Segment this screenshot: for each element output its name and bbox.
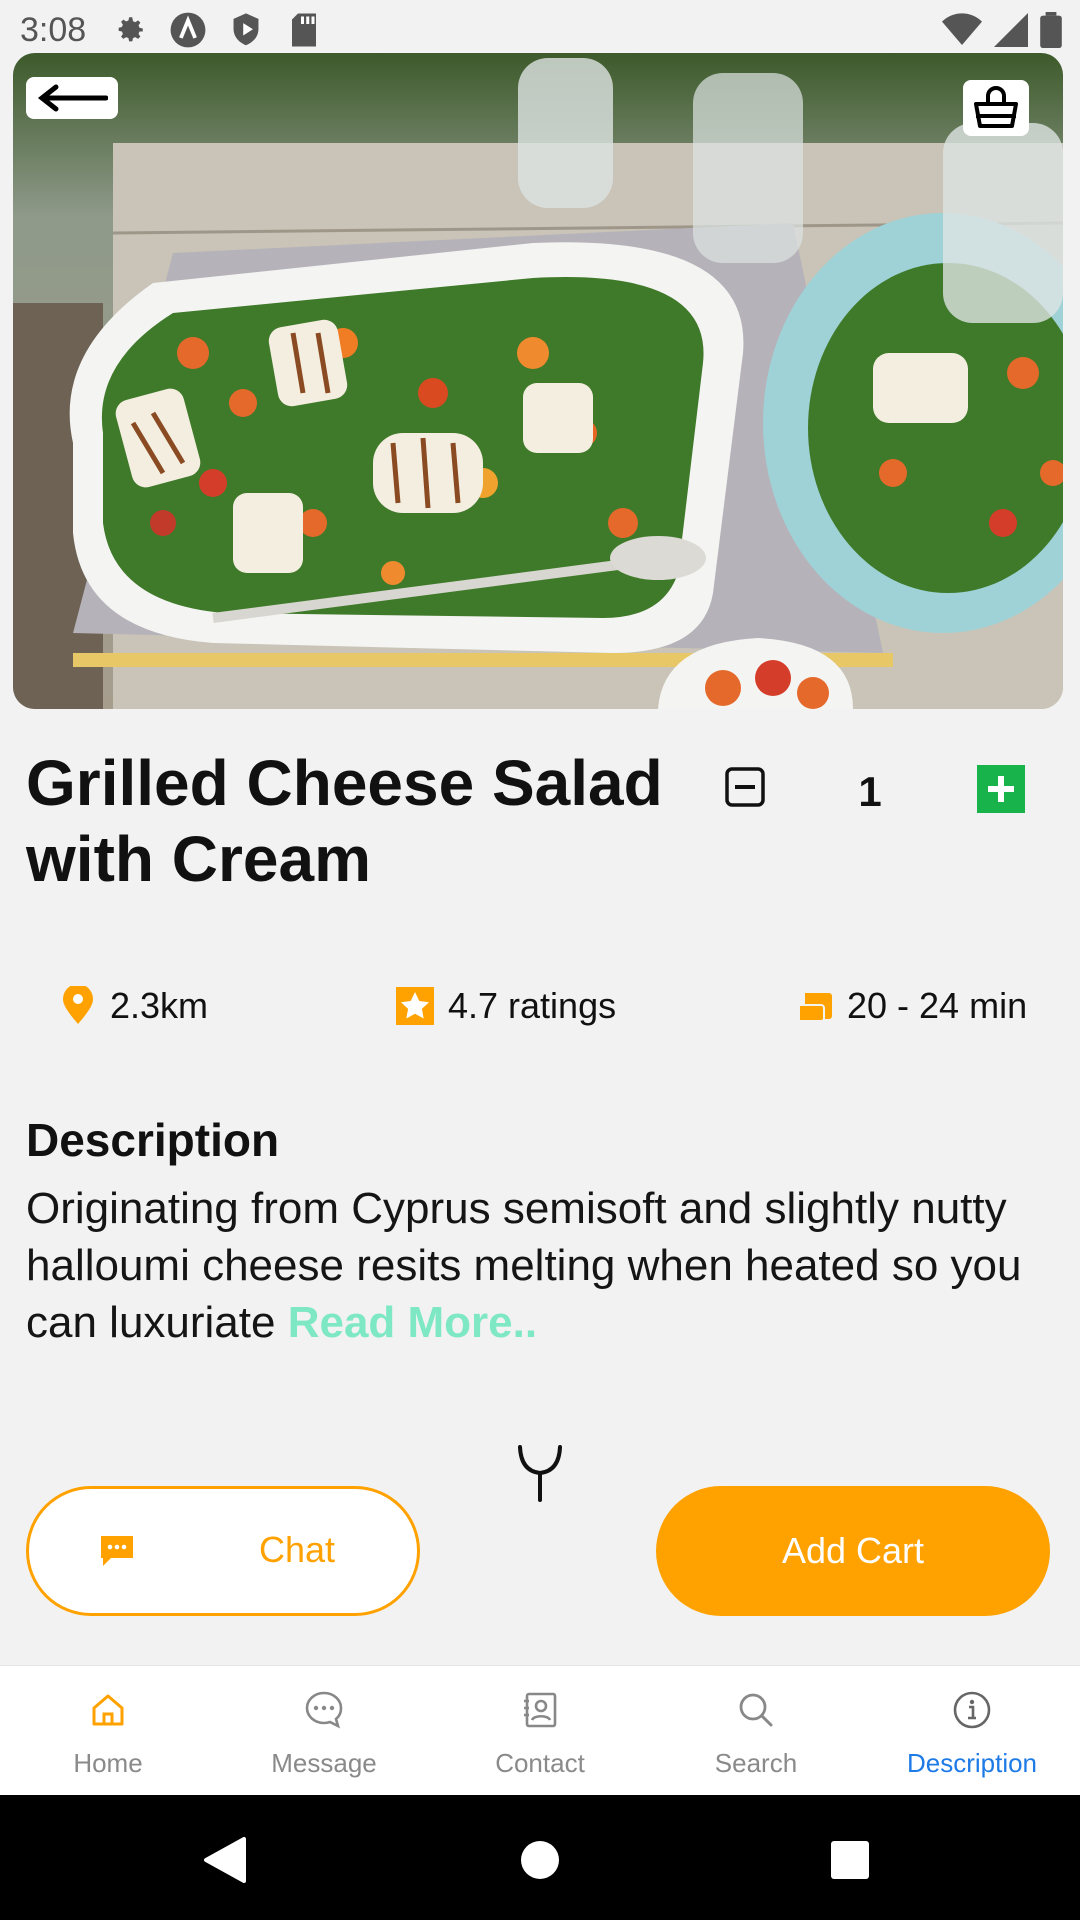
- nav-label-message: Message: [271, 1748, 377, 1778]
- back-button[interactable]: [26, 77, 118, 119]
- sd-card-icon: [284, 10, 324, 50]
- food-image: [13, 53, 1063, 709]
- search-icon: [734, 1688, 778, 1732]
- distance-info: 2.3km: [60, 980, 208, 1032]
- gear-icon: [110, 10, 150, 50]
- distance-value: 2.3km: [110, 985, 209, 1026]
- nav-item-search[interactable]: Search: [648, 1666, 864, 1796]
- circle-home-icon: [521, 1841, 559, 1879]
- a-circle-icon: [168, 10, 208, 50]
- quantity-value: 1: [858, 768, 882, 815]
- delivery-time-value: 20 - 24 min: [847, 985, 1028, 1026]
- nav-label-contact: Contact: [495, 1748, 585, 1778]
- system-home-button[interactable]: [510, 1830, 570, 1890]
- rating-info: 4.7 ratings: [396, 980, 616, 1032]
- nav-label-home: Home: [73, 1748, 143, 1778]
- minus-icon: [725, 767, 765, 807]
- status-time: 3:08: [20, 10, 87, 49]
- home-icon: [86, 1688, 130, 1732]
- message-icon: [302, 1688, 346, 1732]
- chat-label: Chat: [259, 1529, 336, 1570]
- nav-item-contact[interactable]: Contact: [432, 1666, 648, 1796]
- nav-label-search: Search: [714, 1748, 798, 1778]
- nav-item-home[interactable]: Home: [0, 1666, 216, 1796]
- chat-button[interactable]: Chat: [26, 1486, 420, 1616]
- fork-icon: [515, 1443, 565, 1503]
- system-back-button[interactable]: [195, 1830, 255, 1890]
- read-more-link[interactable]: Read More..: [288, 1298, 537, 1347]
- square-recents-icon: [831, 1841, 869, 1879]
- nav-item-message[interactable]: Message: [216, 1666, 432, 1796]
- chat-bubble-icon: [101, 1536, 133, 1566]
- battery-icon: [1040, 12, 1062, 48]
- location-pin-icon: [63, 986, 93, 1024]
- delivery-time-info: 20 - 24 min: [797, 980, 1027, 1032]
- description-heading: Description: [26, 1114, 280, 1166]
- status-bar: 3:08: [0, 0, 1080, 60]
- system-navigation-bar: [0, 1795, 1080, 1920]
- bottom-navigation: Home Message Contact Search Description: [0, 1665, 1080, 1795]
- plus-icon: [988, 776, 1014, 802]
- star-icon: [396, 987, 434, 1025]
- nav-item-description[interactable]: Description: [864, 1666, 1080, 1796]
- description-text: Originating from Cyprus semisoft and sli…: [26, 1180, 1056, 1351]
- shopping-bag-icon: [974, 86, 1018, 128]
- add-cart-button[interactable]: Add Cart: [656, 1486, 1050, 1616]
- wifi-icon: [942, 13, 982, 45]
- product-title: Grilled Cheese Salad with Cream: [26, 747, 663, 895]
- decrease-quantity-button[interactable]: [722, 764, 768, 810]
- delivery-icon: [798, 993, 832, 1022]
- status-right: [942, 12, 1062, 48]
- shield-play-icon: [226, 10, 266, 50]
- signal-icon: [994, 13, 1028, 47]
- system-recents-button[interactable]: [820, 1830, 880, 1890]
- increase-quantity-button[interactable]: [977, 765, 1025, 813]
- info-icon: [950, 1688, 994, 1732]
- cart-button[interactable]: [963, 80, 1029, 136]
- arrow-left-icon: [37, 84, 108, 112]
- triangle-back-icon: [204, 1837, 246, 1883]
- nav-label-description: Description: [906, 1748, 1038, 1778]
- rating-value: 4.7 ratings: [448, 985, 617, 1026]
- contact-icon: [518, 1688, 562, 1732]
